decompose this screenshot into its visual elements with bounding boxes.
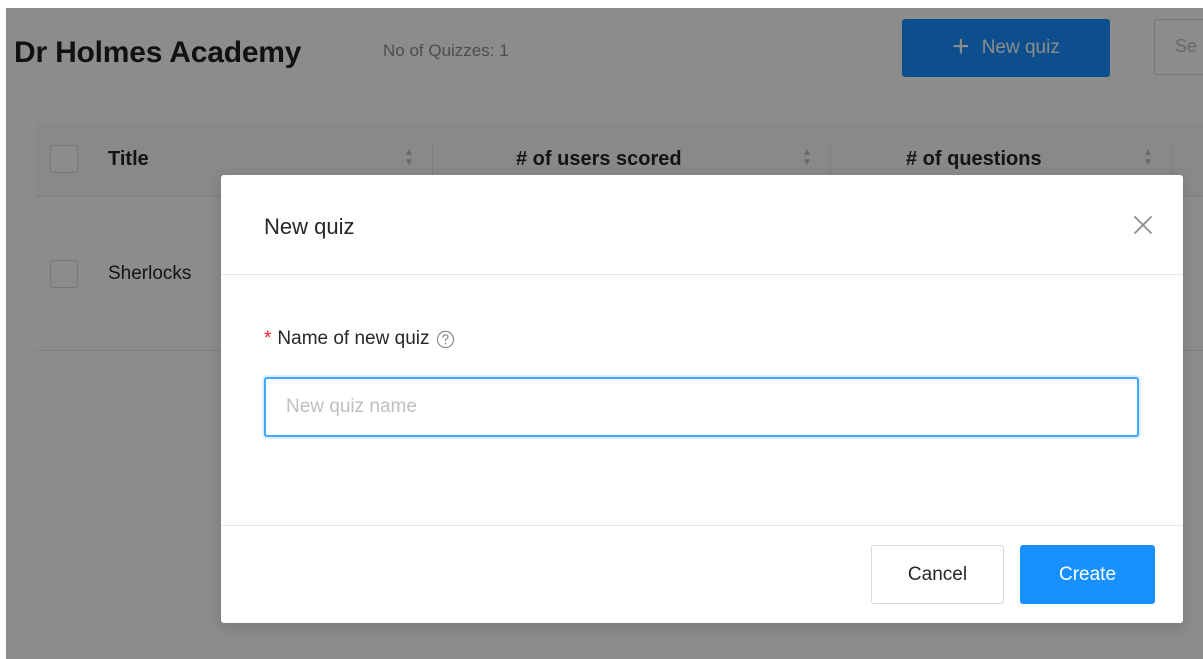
question-circle-icon[interactable] (436, 330, 455, 349)
required-mark: * (264, 328, 272, 349)
cancel-button[interactable]: Cancel (871, 545, 1004, 604)
modal-footer: Cancel Create (221, 525, 1183, 623)
quiz-name-label: * Name of new quiz (264, 328, 455, 350)
modal-header: New quiz (221, 175, 1183, 275)
quiz-name-input[interactable] (264, 377, 1139, 437)
app-viewport: Dr Holmes Academy No of Quizzes: 1 + New… (6, 8, 1203, 659)
new-quiz-modal: New quiz * Name of new quiz Cancel Creat (221, 175, 1183, 623)
create-button[interactable]: Create (1020, 545, 1155, 604)
modal-title: New quiz (264, 214, 355, 239)
close-icon[interactable] (1127, 209, 1159, 241)
field-label-text: Name of new quiz (277, 328, 430, 349)
